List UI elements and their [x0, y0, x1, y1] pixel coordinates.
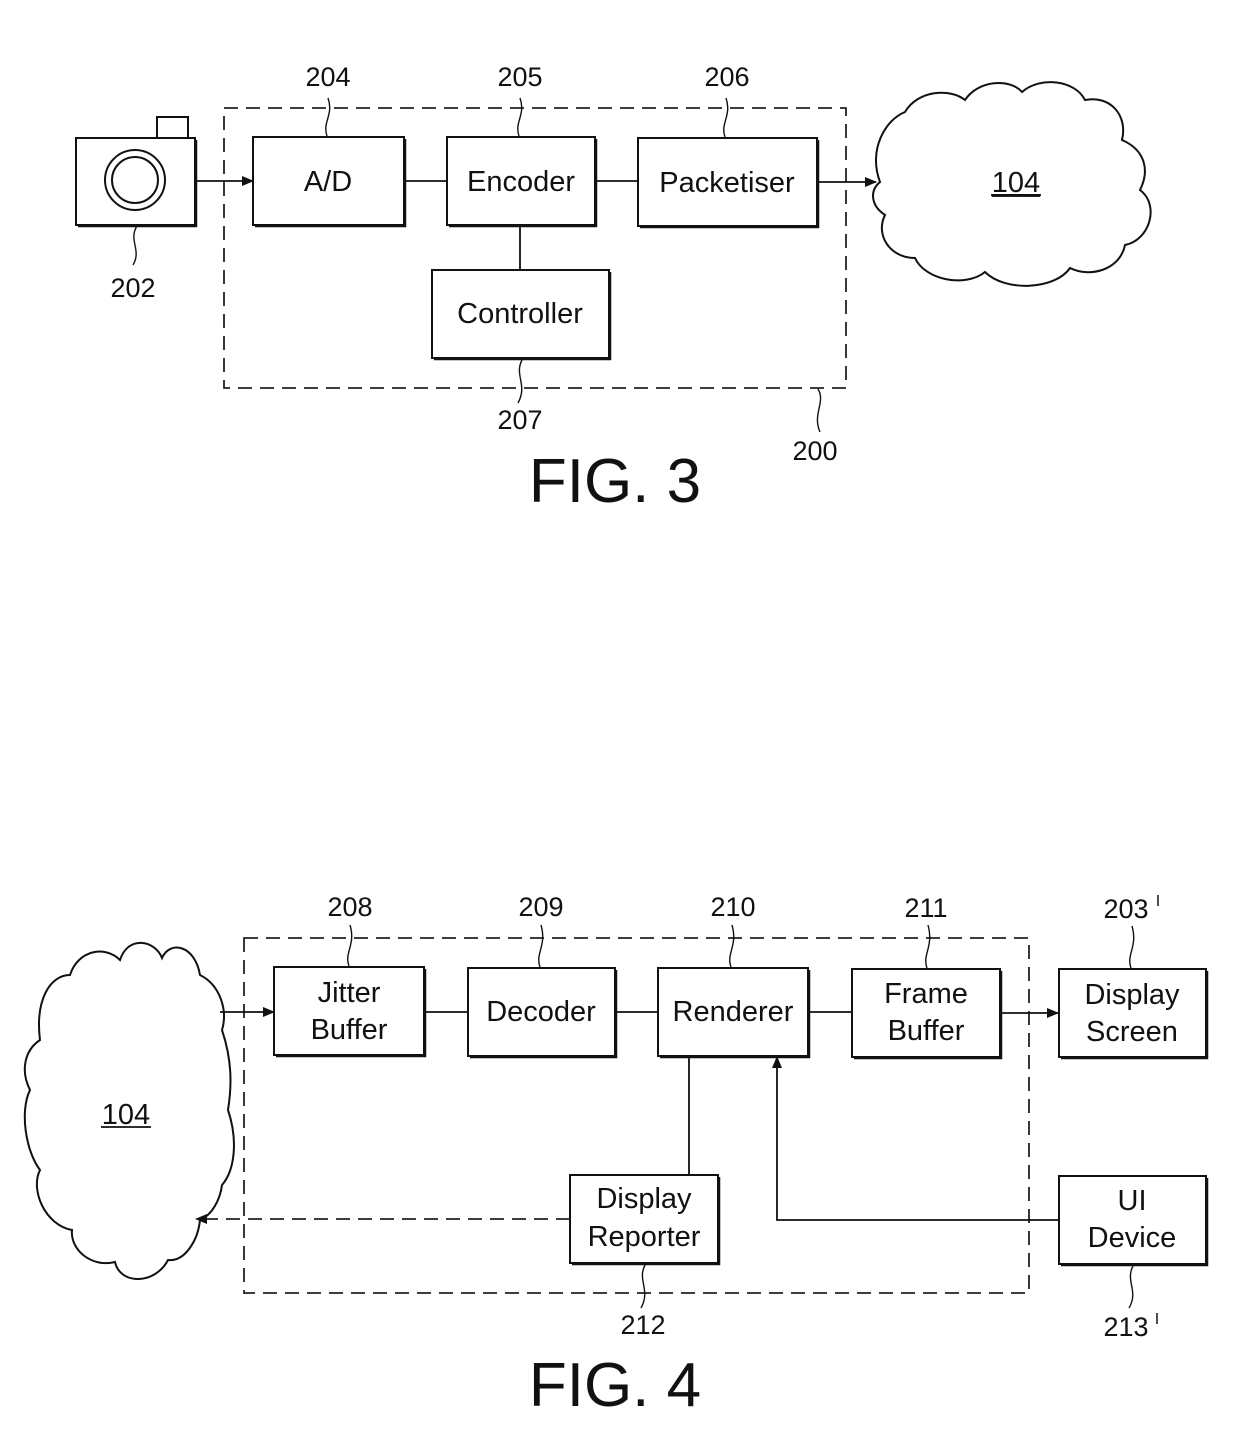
leader-208 [347, 924, 353, 967]
block-display-screen: Display Screen [1058, 968, 1209, 1060]
ref-207: 207 [497, 405, 542, 435]
camera-icon [75, 116, 198, 228]
ref-203-prime: I [1156, 893, 1160, 910]
leader-209 [538, 924, 544, 968]
ref-212: 212 [620, 1310, 665, 1340]
block-packetiser: Packetiser [637, 137, 820, 229]
leader-205 [517, 97, 523, 137]
leader-206 [723, 97, 729, 138]
label-reporter-line1: Display [596, 1183, 692, 1215]
ref-213-prime: I [1155, 1311, 1159, 1328]
figure-4: 104 Jitter Buffer 208 Decoder 209 Render… [23, 892, 1209, 1420]
label-packetiser: Packetiser [659, 167, 795, 199]
block-frame-buffer: Frame Buffer [851, 968, 1003, 1060]
label-frame-line2: Buffer [888, 1015, 965, 1047]
ref-206: 206 [704, 62, 749, 92]
ref-213: 213 [1103, 1312, 1148, 1342]
label-ad: A/D [304, 166, 352, 198]
leader-200 [816, 388, 822, 433]
leader-202 [132, 225, 138, 266]
leader-211 [925, 924, 931, 969]
block-controller: Controller [431, 269, 612, 361]
label-display-screen-line2: Screen [1086, 1016, 1178, 1048]
block-decoder: Decoder [467, 967, 618, 1059]
label-decoder: Decoder [486, 996, 596, 1028]
label-renderer: Renderer [673, 996, 794, 1028]
arrow-ui-device-to-renderer [772, 1056, 1059, 1221]
leader-207 [517, 359, 523, 404]
block-display-reporter: Display Reporter [569, 1174, 721, 1266]
ref-209: 209 [518, 892, 563, 922]
leader-210 [729, 924, 735, 968]
leader-212 [640, 1264, 646, 1309]
patent-figures: 202 A/D 204 Encoder 205 Packetiser 206 C… [23, 62, 1209, 1420]
label-frame-line1: Frame [884, 978, 968, 1010]
leader-204 [325, 97, 331, 137]
figure-3: 202 A/D 204 Encoder 205 Packetiser 206 C… [75, 62, 1152, 516]
label-ui-line2: Device [1088, 1222, 1177, 1254]
label-reporter-line2: Reporter [588, 1221, 701, 1253]
leader-203 [1129, 925, 1135, 969]
ref-203: 203 [1103, 894, 1148, 924]
block-ui-device: UI Device [1058, 1175, 1209, 1267]
label-jitter-line2: Buffer [311, 1014, 388, 1046]
leader-213 [1128, 1265, 1134, 1309]
ref-210: 210 [710, 892, 755, 922]
block-encoder: Encoder [446, 136, 598, 228]
label-ui-line1: UI [1118, 1185, 1147, 1217]
ref-200: 200 [792, 436, 837, 466]
ref-202: 202 [110, 273, 155, 303]
ref-208: 208 [327, 892, 372, 922]
ref-204: 204 [305, 62, 350, 92]
block-ad: A/D [252, 136, 407, 228]
ref-211: 211 [904, 893, 947, 923]
label-controller: Controller [457, 298, 583, 330]
label-display-screen-line1: Display [1084, 979, 1180, 1011]
label-jitter-line1: Jitter [318, 977, 381, 1009]
ref-205: 205 [497, 62, 542, 92]
block-jitter-buffer: Jitter Buffer [273, 966, 427, 1058]
label-encoder: Encoder [467, 166, 575, 198]
figure-caption-4: FIG. 4 [529, 1351, 701, 1420]
block-renderer: Renderer [657, 967, 811, 1059]
figure-caption-3: FIG. 3 [529, 447, 701, 516]
